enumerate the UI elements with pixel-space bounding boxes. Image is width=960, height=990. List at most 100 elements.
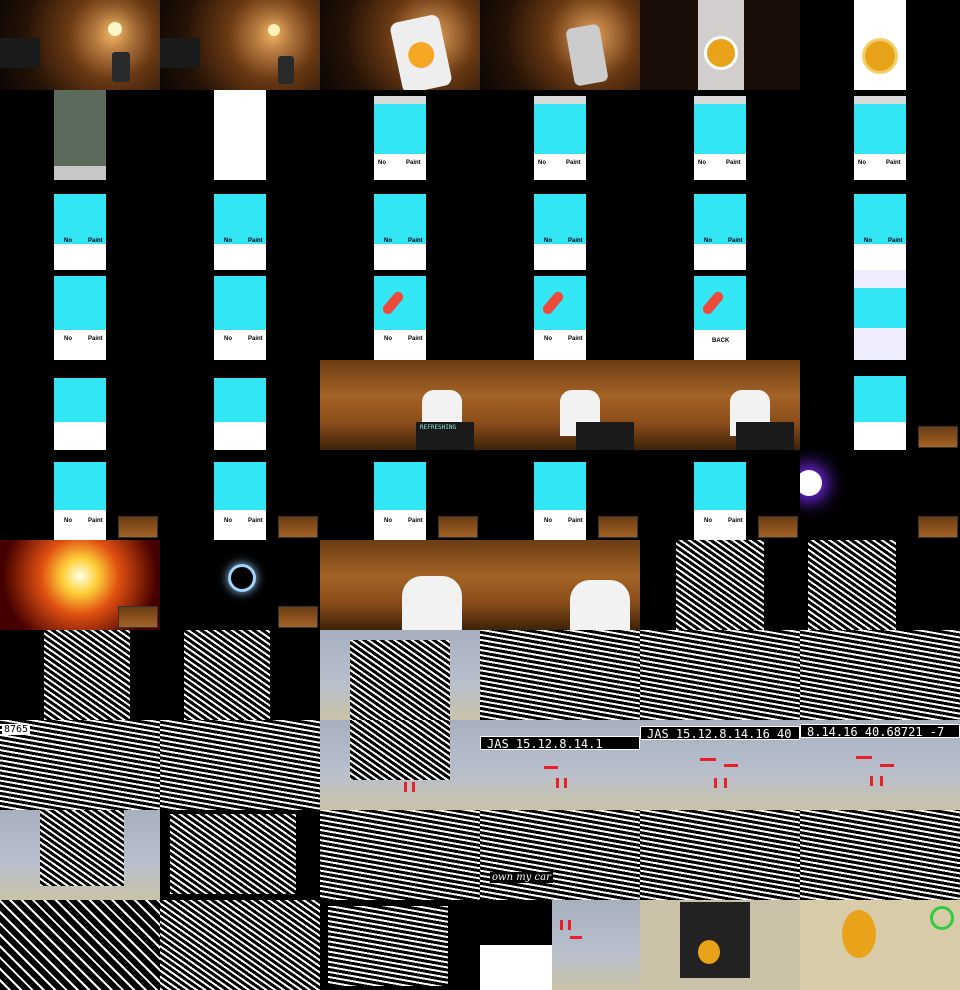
frame-projection-1 <box>320 630 480 720</box>
frame-paint-16 <box>800 270 960 360</box>
speaker-inset <box>118 606 158 628</box>
paint-button[interactable]: Paint <box>728 518 743 524</box>
no-button[interactable]: No <box>384 336 392 342</box>
frame-bw-4 <box>160 630 320 720</box>
frame-hand-1 <box>640 900 800 990</box>
coordinate-banner: JAS 15.12.8.14.16 40 <box>640 726 800 741</box>
frame-horizon <box>480 900 640 990</box>
frame-bw-3 <box>0 630 160 720</box>
no-button[interactable]: No <box>864 238 872 244</box>
paint-button[interactable]: Paint <box>88 518 103 524</box>
paint-button[interactable]: Paint <box>88 238 103 244</box>
frame-home-screen <box>0 90 160 180</box>
no-button[interactable]: No <box>698 160 706 166</box>
frame-bw-2 <box>800 540 960 630</box>
frame-desk-2 <box>160 0 320 90</box>
frame-hand-2 <box>800 900 960 990</box>
speaker <box>570 580 630 630</box>
no-button[interactable]: No <box>64 518 72 524</box>
frame-paint-20: No Paint <box>0 450 160 540</box>
no-button[interactable]: No <box>704 238 712 244</box>
frame-paint-9: No Paint <box>640 180 800 270</box>
frame-car-3: own my car <box>480 810 640 900</box>
no-button[interactable]: No <box>224 518 232 524</box>
frame-paint-15: BACK <box>640 270 800 360</box>
no-button[interactable]: No <box>538 160 546 166</box>
frame-paint-7: No Paint <box>320 180 480 270</box>
frame-desk-3 <box>320 0 480 90</box>
frame-bw-6 <box>640 630 800 720</box>
speaker-inset <box>918 426 958 448</box>
phone-in-hand <box>112 52 130 82</box>
speaker-inset <box>598 516 638 538</box>
paint-button[interactable]: Paint <box>248 238 263 244</box>
no-button[interactable]: No <box>544 238 552 244</box>
no-button[interactable]: No <box>544 518 552 524</box>
paint-button[interactable]: Paint <box>408 518 423 524</box>
flower-icon <box>698 940 720 964</box>
frame-paint-24: No Paint <box>640 450 800 540</box>
frame-speaker-3 <box>640 360 800 450</box>
speaker-inset <box>758 516 798 538</box>
paint-button[interactable]: Paint <box>88 336 103 342</box>
paint-button[interactable]: Paint <box>248 518 263 524</box>
paint-button[interactable]: Paint <box>728 238 743 244</box>
flower-icon <box>405 39 437 71</box>
no-button[interactable]: No <box>704 518 712 524</box>
frame-projection-2 <box>320 720 480 810</box>
no-button[interactable]: No <box>544 336 552 342</box>
frame-desk-1 <box>0 0 160 90</box>
paint-button[interactable]: Paint <box>248 336 263 342</box>
no-button[interactable]: No <box>384 238 392 244</box>
phone-in-hand <box>278 56 294 84</box>
handwritten-caption: own my car <box>490 872 553 883</box>
speaker-inset <box>118 516 158 538</box>
frame-glow-2 <box>160 540 320 630</box>
coordinate-banner: 8.14.16 40.68721 -7 <box>800 724 960 739</box>
paint-button[interactable]: Paint <box>568 336 583 342</box>
frame-flower-light <box>0 540 160 630</box>
paint-button[interactable]: Paint <box>568 518 583 524</box>
paint-button[interactable]: Paint <box>888 238 903 244</box>
paint-button[interactable]: Paint <box>566 160 581 166</box>
frame-flower-fade <box>640 0 800 90</box>
flower-icon <box>704 36 738 70</box>
no-button[interactable]: No <box>64 336 72 342</box>
frame-paint-3: No Paint <box>640 90 800 180</box>
paint-button[interactable]: Paint <box>406 160 421 166</box>
back-button[interactable]: BACK <box>712 338 729 344</box>
frame-paint-14: No Paint <box>480 270 640 360</box>
green-ring <box>930 906 954 930</box>
no-button[interactable]: No <box>858 160 866 166</box>
frame-desk-4 <box>480 0 640 90</box>
laptop <box>160 38 200 68</box>
light-glow <box>108 22 122 36</box>
paint-button[interactable]: Paint <box>886 160 901 166</box>
frame-paint-2: No Paint <box>480 90 640 180</box>
frame-paint-12: No Paint <box>160 270 320 360</box>
frame-car-1 <box>160 810 320 900</box>
paint-button[interactable]: Paint <box>726 160 741 166</box>
no-button[interactable]: No <box>384 518 392 524</box>
paint-button[interactable]: Paint <box>568 238 583 244</box>
frame-paint-23: No Paint <box>480 450 640 540</box>
paint-button[interactable]: Paint <box>408 238 423 244</box>
frame-paint-4: No Paint <box>800 90 960 180</box>
no-button[interactable]: No <box>224 238 232 244</box>
glow <box>800 470 822 496</box>
podium <box>736 422 794 450</box>
frame-paint-1: No Paint <box>320 90 480 180</box>
glow-ring <box>228 564 256 592</box>
paint-button[interactable]: Paint <box>408 336 423 342</box>
podium <box>576 422 634 450</box>
frame-paint-6: No Paint <box>160 180 320 270</box>
flower-icon <box>862 38 898 74</box>
speaker-inset <box>278 606 318 628</box>
no-button[interactable]: No <box>64 238 72 244</box>
no-button[interactable]: No <box>378 160 386 166</box>
frame-paint-21: No Paint <box>160 450 320 540</box>
frame-paint-13: No Paint <box>320 270 480 360</box>
frame-paint-11: No Paint <box>0 270 160 360</box>
frame-projection-6 <box>0 810 160 900</box>
no-button[interactable]: No <box>224 336 232 342</box>
